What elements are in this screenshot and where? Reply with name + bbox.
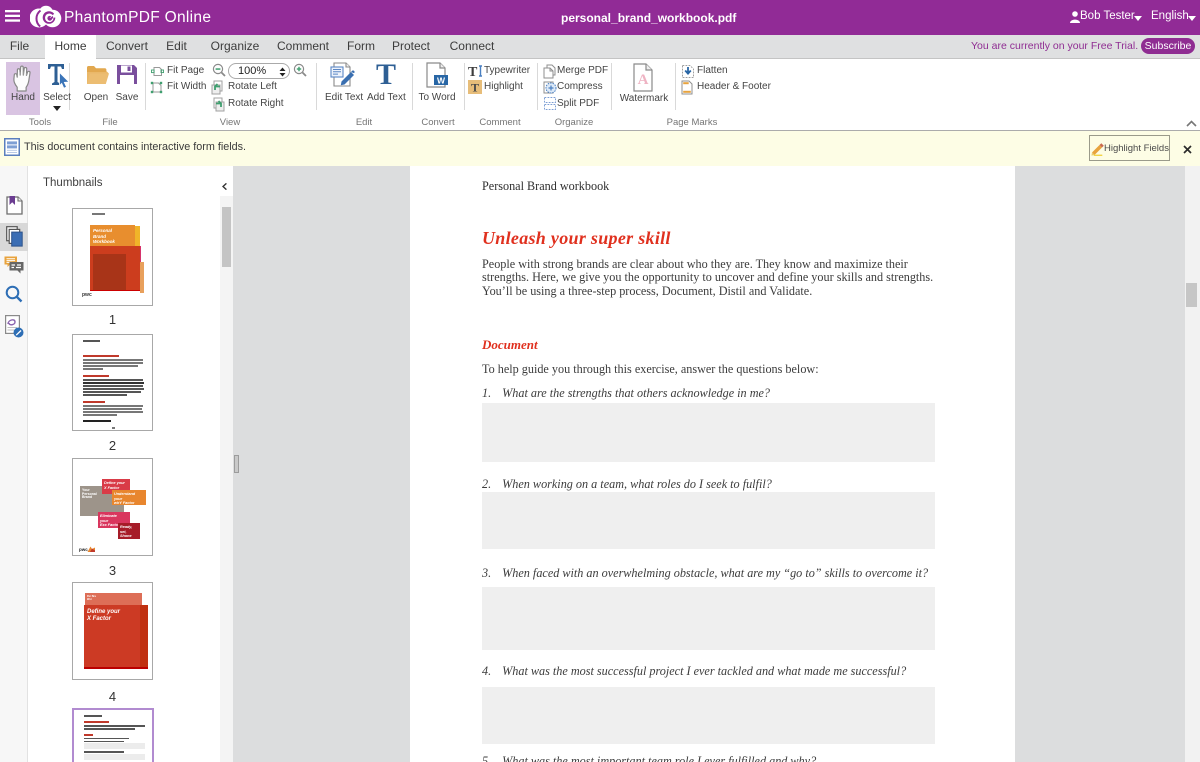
svg-text:A: A — [638, 72, 649, 88]
svg-text:W: W — [437, 75, 446, 85]
svg-text:T: T — [471, 81, 479, 95]
svg-text:T: T — [468, 65, 478, 78]
